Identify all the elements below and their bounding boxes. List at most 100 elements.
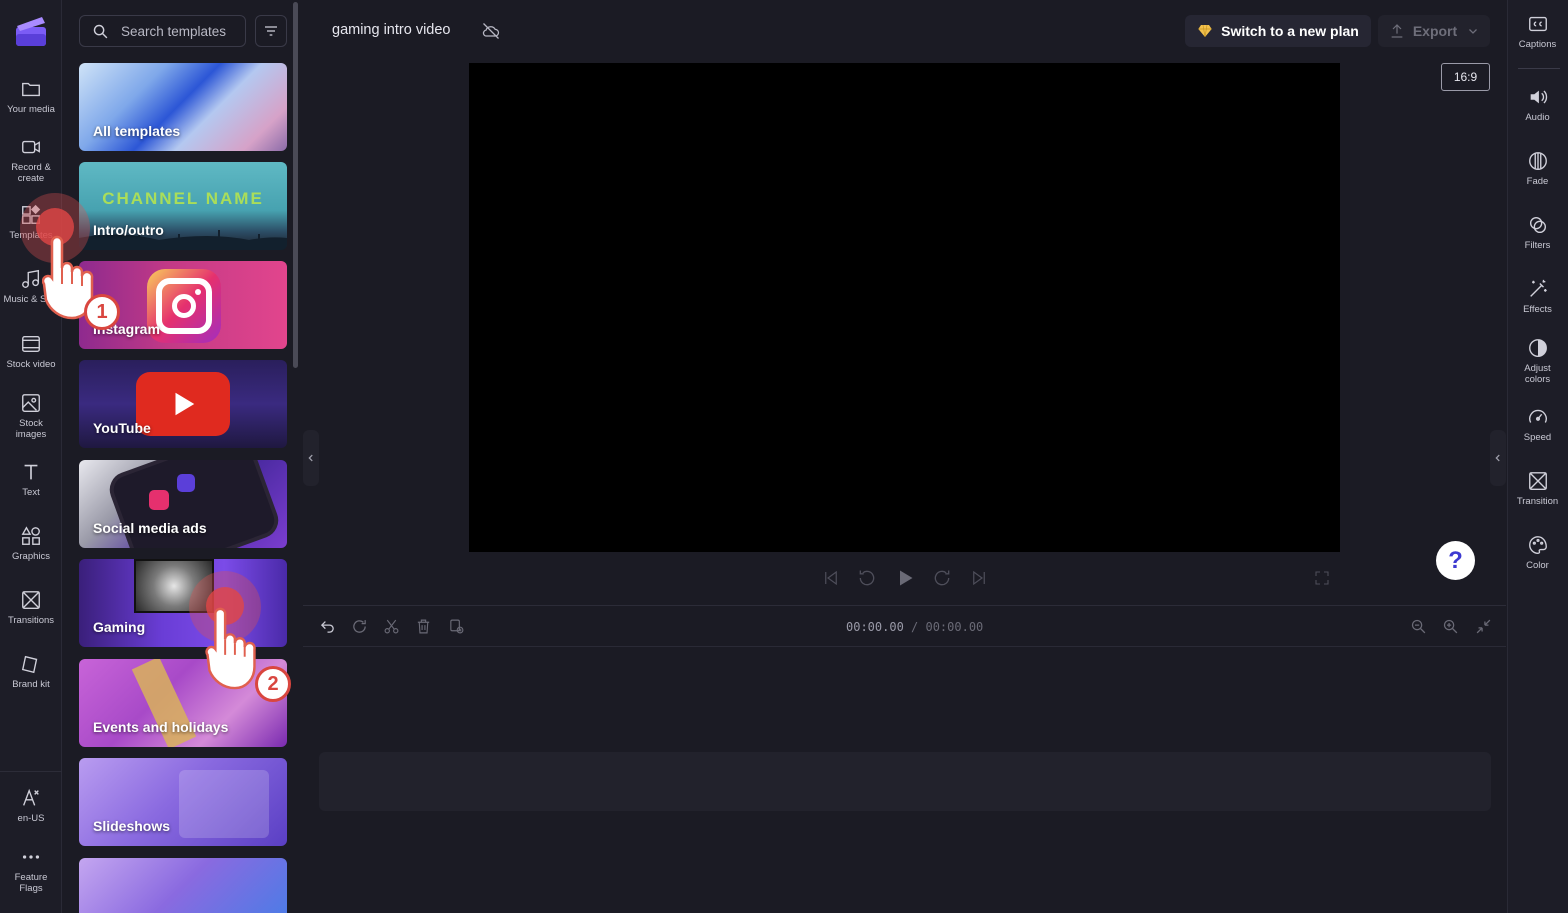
palette-icon xyxy=(1528,536,1547,554)
app-icon xyxy=(177,474,195,492)
filter-button[interactable] xyxy=(255,15,287,47)
rail-item-language[interactable]: en-US xyxy=(0,787,62,824)
rail-item-graphics[interactable]: Graphics xyxy=(0,525,62,562)
forward-icon xyxy=(934,570,950,586)
cloud-offline-icon xyxy=(481,21,501,41)
rail-item-label: en-US xyxy=(17,813,45,824)
rail-item-brand-kit[interactable]: Brand kit xyxy=(0,653,62,690)
rail-item-color[interactable]: Color xyxy=(1507,534,1568,571)
rail-item-record-create[interactable]: Record & create xyxy=(0,136,62,184)
video-preview-canvas[interactable] xyxy=(469,63,1340,552)
rail-item-your-media[interactable]: Your media xyxy=(0,78,62,115)
rail-item-transitions[interactable]: Transitions xyxy=(0,589,62,626)
rail-item-label: Your media xyxy=(7,104,55,115)
timeline-drop-track[interactable] xyxy=(319,752,1491,811)
shapes-icon xyxy=(21,526,40,545)
trash-icon xyxy=(417,619,429,633)
redo-button[interactable] xyxy=(349,616,369,636)
skip-forward-icon xyxy=(973,570,985,586)
collapse-panel-handle[interactable] xyxy=(303,430,319,486)
rail-item-label: Graphics xyxy=(11,551,50,562)
collapse-properties-handle[interactable] xyxy=(1490,430,1506,486)
template-card-all[interactable]: All templates xyxy=(79,63,287,151)
skip-forward-button[interactable] xyxy=(969,568,989,588)
rail-item-feature-flags[interactable]: Feature Flags xyxy=(0,846,62,894)
zoom-out-button[interactable] xyxy=(1408,616,1428,636)
speedometer-icon xyxy=(1528,409,1547,423)
redo-icon xyxy=(352,619,366,633)
undo-icon xyxy=(320,620,334,633)
rewind-icon xyxy=(859,570,875,586)
chevron-down-icon xyxy=(1469,29,1478,34)
template-card-youtube[interactable]: YouTube xyxy=(79,360,287,448)
rail-item-audio[interactable]: Audio xyxy=(1507,86,1568,123)
split-button[interactable] xyxy=(381,616,401,636)
template-card-intro-outro[interactable]: CHANNEL NAME Intro/outro xyxy=(79,162,287,250)
app-logo-icon[interactable] xyxy=(14,14,48,48)
duplicate-icon xyxy=(449,619,463,633)
rewind-5s-button[interactable] xyxy=(857,568,877,588)
transition-icon xyxy=(22,591,40,609)
rail-item-text[interactable]: Text xyxy=(0,461,62,498)
fit-timeline-button[interactable] xyxy=(1473,616,1493,636)
forward-5s-button[interactable] xyxy=(932,568,952,588)
skip-back-button[interactable] xyxy=(821,568,841,588)
template-card-social-media-ads[interactable]: Social media ads xyxy=(79,460,287,548)
zoom-in-button[interactable] xyxy=(1440,616,1460,636)
aspect-ratio-button[interactable]: 16:9 xyxy=(1441,63,1490,91)
delete-button[interactable] xyxy=(413,616,433,636)
upgrade-plan-button[interactable]: Switch to a new plan xyxy=(1185,15,1371,47)
rail-item-effects[interactable]: Effects xyxy=(1507,278,1568,315)
speaker-icon xyxy=(1530,90,1547,104)
diamond-icon xyxy=(1198,24,1212,38)
help-button[interactable]: ? xyxy=(1436,541,1475,580)
rail-item-stock-images[interactable]: Stock images xyxy=(0,392,62,440)
chevron-left-icon xyxy=(1495,454,1500,462)
undo-button[interactable] xyxy=(317,616,337,636)
filter-icon xyxy=(265,26,277,36)
rail-item-label: Transitions xyxy=(7,615,55,626)
rail-item-adjust-colors[interactable]: Adjust colors xyxy=(1507,337,1568,385)
project-title[interactable]: gaming intro video xyxy=(332,22,451,38)
camera-icon xyxy=(22,140,40,154)
filters-icon xyxy=(1529,216,1546,234)
zoom-out-icon xyxy=(1411,619,1425,633)
fullscreen-button[interactable] xyxy=(1312,568,1332,588)
card-label: Gaming xyxy=(93,619,146,635)
card-art-text: CHANNEL NAME xyxy=(102,189,264,208)
rail-item-label: Color xyxy=(1526,560,1549,571)
export-button[interactable]: Export xyxy=(1378,15,1490,47)
rail-divider xyxy=(0,771,62,772)
duplicate-button[interactable] xyxy=(446,616,466,636)
panel-scrollbar[interactable] xyxy=(293,2,298,368)
template-card-partial[interactable] xyxy=(79,858,287,913)
rail-item-label: Stock video xyxy=(6,359,56,370)
folder-icon xyxy=(22,82,40,97)
rail-item-stock-video[interactable]: Stock video xyxy=(0,333,62,370)
slide-illustration xyxy=(179,770,269,838)
rail-item-speed[interactable]: Speed xyxy=(1507,406,1568,443)
rail-item-label: Transition xyxy=(1516,496,1559,507)
collapse-arrows-icon xyxy=(1476,619,1490,633)
scissors-icon xyxy=(384,619,398,633)
template-card-slideshows[interactable]: Slideshows xyxy=(79,758,287,846)
search-input[interactable]: Search templates xyxy=(79,15,246,47)
play-button[interactable] xyxy=(895,568,915,588)
brand-kit-icon xyxy=(21,655,38,674)
total-time: / 00:00.00 xyxy=(911,620,984,634)
export-label: Export xyxy=(1412,23,1458,39)
music-icon xyxy=(22,269,40,288)
rail-item-captions[interactable]: Captions xyxy=(1507,13,1568,50)
rail-item-label: Speed xyxy=(1523,432,1552,443)
card-label: Slideshows xyxy=(93,818,171,834)
transition-icon xyxy=(1528,472,1547,490)
rail-item-fade[interactable]: Fade xyxy=(1507,150,1568,187)
properties-rail xyxy=(1507,0,1568,913)
card-label: Events and holidays xyxy=(93,719,229,735)
rail-item-filters[interactable]: Filters xyxy=(1507,214,1568,251)
rail-item-transition[interactable]: Transition xyxy=(1507,470,1568,507)
upgrade-label: Switch to a new plan xyxy=(1221,23,1359,39)
rail-item-label: Filters xyxy=(1524,240,1551,251)
rail-item-label: Feature Flags xyxy=(14,872,48,894)
rail-item-label: Effects xyxy=(1523,304,1552,315)
